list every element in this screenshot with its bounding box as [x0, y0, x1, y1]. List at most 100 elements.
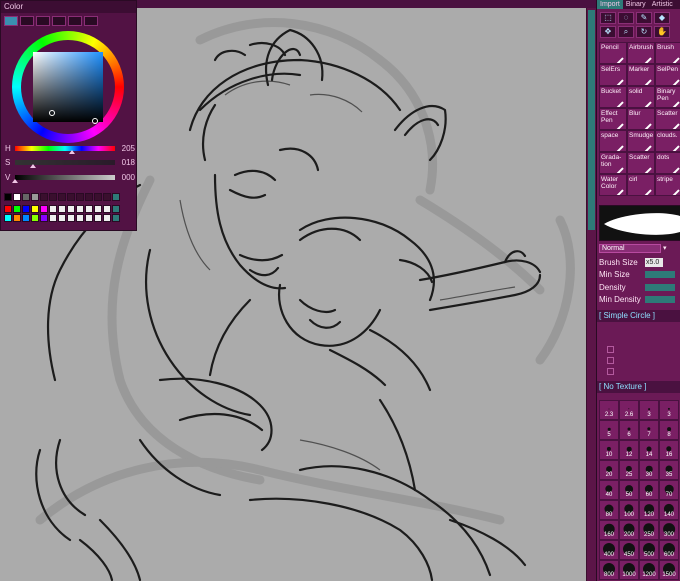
brush-size-cell[interactable]: 60 — [639, 480, 659, 500]
swatch[interactable] — [94, 214, 102, 222]
brush-size-cell[interactable]: 8 — [659, 420, 679, 440]
value-slider-knob[interactable] — [12, 178, 18, 183]
brush-cell[interactable]: Effect Pen — [599, 108, 627, 130]
brush-size-cell[interactable]: 25 — [619, 460, 639, 480]
brush-size-cell[interactable]: 100 — [619, 500, 639, 520]
option-check-row[interactable] — [607, 344, 680, 354]
swatch[interactable] — [76, 214, 84, 222]
brush-size-cell[interactable]: 80 — [599, 500, 619, 520]
brush-size-cell[interactable]: 250 — [639, 520, 659, 540]
brush-size-cell[interactable]: 800 — [599, 560, 619, 580]
brush-cell[interactable]: solid — [627, 86, 655, 108]
saturation-slider-knob[interactable] — [30, 163, 36, 168]
brush-size-cell[interactable]: 20 — [599, 460, 619, 480]
brush-cell[interactable]: Binary Pen — [655, 86, 680, 108]
density-slider[interactable] — [645, 284, 675, 291]
palette-mode-icon[interactable] — [68, 16, 82, 26]
swatch[interactable] — [49, 214, 57, 222]
sv-cursor[interactable] — [49, 110, 55, 116]
brush-size-cell[interactable]: 14 — [639, 440, 659, 460]
brush-cell[interactable]: Brush — [655, 42, 680, 64]
swatch[interactable] — [40, 205, 48, 213]
swatch[interactable] — [112, 205, 120, 213]
swatch[interactable] — [4, 214, 12, 222]
swatch[interactable] — [85, 205, 93, 213]
brush-cell[interactable]: Smudge — [627, 130, 655, 152]
brush-shape-section[interactable]: [ Simple Circle ] — [597, 310, 680, 322]
brush-size-cell[interactable]: 500 — [639, 540, 659, 560]
hue-slider[interactable] — [15, 145, 115, 154]
brush-size-cell[interactable]: 1500 — [659, 560, 679, 580]
swatch[interactable] — [31, 214, 39, 222]
swatch[interactable] — [76, 205, 84, 213]
brush-size-cell[interactable]: 2.3 — [599, 400, 619, 420]
option-check-row[interactable] — [607, 366, 680, 376]
brush-cell[interactable]: Scatter — [627, 152, 655, 174]
brush-size-cell[interactable]: 16 — [659, 440, 679, 460]
brush-size-cell[interactable]: 3 — [639, 400, 659, 420]
brush-size-cell[interactable]: 12 — [619, 440, 639, 460]
swatch[interactable] — [49, 205, 57, 213]
brush-size-cell[interactable]: 10 — [599, 440, 619, 460]
bucket-tool-icon[interactable]: ◆ — [654, 12, 670, 24]
brush-size-cell[interactable]: 300 — [659, 520, 679, 540]
swatch[interactable] — [22, 205, 30, 213]
brush-cell[interactable]: stripe — [655, 174, 680, 196]
swatch[interactable] — [31, 205, 39, 213]
mixer-mode-icon[interactable] — [84, 16, 98, 26]
brush-size-cell[interactable]: 1000 — [619, 560, 639, 580]
brush-cell[interactable]: Marker — [627, 64, 655, 86]
brush-size-cell[interactable]: 600 — [659, 540, 679, 560]
swatch[interactable] — [31, 193, 39, 201]
move-tool-icon[interactable]: ✥ — [600, 26, 616, 38]
lasso-tool-icon[interactable]: ◌ — [618, 12, 634, 24]
brush-cell[interactable]: Water Color — [599, 174, 627, 196]
brush-cell[interactable]: Bucket — [599, 86, 627, 108]
swatch[interactable] — [49, 193, 57, 201]
min-density-slider[interactable] — [645, 296, 675, 303]
option-check-row[interactable] — [607, 355, 680, 365]
brush-size-cell[interactable]: 1200 — [639, 560, 659, 580]
brush-cell[interactable]: dots — [655, 152, 680, 174]
texture-section[interactable]: [ No Texture ] — [597, 381, 680, 393]
checkbox[interactable] — [607, 345, 614, 353]
checkbox[interactable] — [607, 367, 614, 375]
brush-cell[interactable]: SelErs — [599, 64, 627, 86]
color-wheel-mode-icon[interactable] — [4, 16, 18, 26]
swatch[interactable] — [58, 193, 66, 201]
rotate-tool-icon[interactable]: ↻ — [636, 26, 652, 38]
tab-import[interactable]: Import — [597, 0, 623, 9]
brush-size-cell[interactable]: 7 — [639, 420, 659, 440]
brush-cell[interactable]: Airbrush — [627, 42, 655, 64]
hsv-slider-mode-icon[interactable] — [36, 16, 50, 26]
brush-cell[interactable]: Scatter — [655, 108, 680, 130]
brush-size-cell[interactable]: 200 — [619, 520, 639, 540]
swatch[interactable] — [13, 214, 21, 222]
zoom-tool-icon[interactable]: ⌕ — [618, 26, 634, 38]
brush-cell[interactable]: Pencil — [599, 42, 627, 64]
brush-cell[interactable]: Grada-tion — [599, 152, 627, 174]
brush-size-cell[interactable]: 400 — [599, 540, 619, 560]
saturation-slider[interactable] — [15, 159, 115, 168]
brush-size-cell[interactable]: 30 — [639, 460, 659, 480]
swatch[interactable] — [85, 193, 93, 201]
brush-cell[interactable]: space — [599, 130, 627, 152]
brush-size-cell[interactable]: 70 — [659, 480, 679, 500]
swatch[interactable] — [112, 214, 120, 222]
swatch[interactable] — [94, 205, 102, 213]
swatch[interactable] — [22, 193, 30, 201]
brush-size-cell[interactable]: 3 — [659, 400, 679, 420]
swatch[interactable] — [67, 193, 75, 201]
swatch[interactable] — [40, 214, 48, 222]
blend-mode-select[interactable]: Normal — [599, 243, 661, 253]
swatch[interactable] — [13, 205, 21, 213]
select-tool-icon[interactable]: ⬚ — [600, 12, 616, 24]
brush-cell[interactable]: Blur — [627, 108, 655, 130]
brush-cell[interactable]: SelPen — [655, 64, 680, 86]
brush-cell[interactable]: clouds. — [655, 130, 680, 152]
brush-size-field[interactable]: x5.0 — [645, 258, 663, 267]
swatch[interactable] — [40, 193, 48, 201]
brush-size-cell[interactable]: 40 — [599, 480, 619, 500]
chevron-down-icon[interactable]: ▾ — [663, 244, 667, 252]
brush-size-cell[interactable]: 2.6 — [619, 400, 639, 420]
